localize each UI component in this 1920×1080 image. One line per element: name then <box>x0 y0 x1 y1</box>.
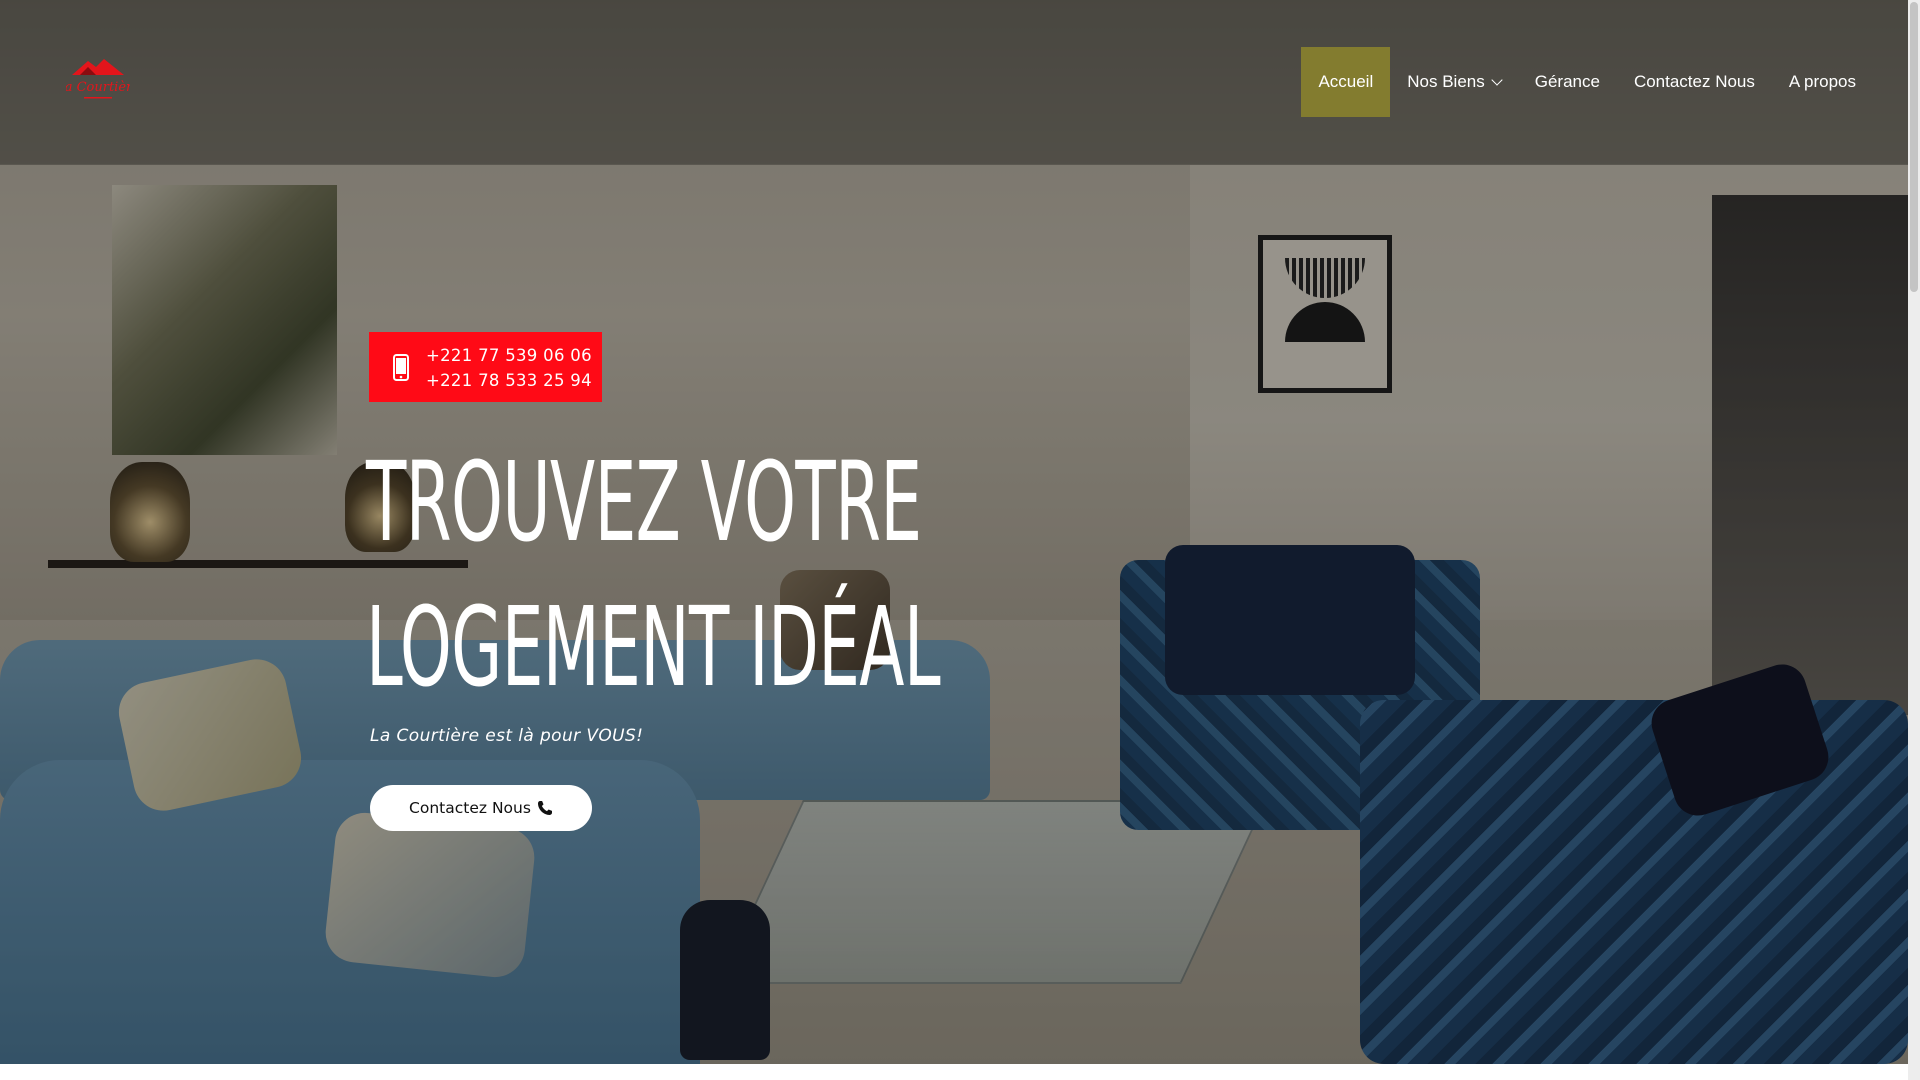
cta-label: Contactez Nous <box>409 799 531 817</box>
site-logo[interactable]: La Courtière <box>55 55 140 103</box>
phone-number-2[interactable]: +221 78 533 25 94 <box>426 368 592 393</box>
phone-number-1[interactable]: +221 77 539 06 06 <box>426 343 592 368</box>
nav-item-a-propos[interactable]: A propos <box>1772 47 1908 117</box>
nav-item-nos-biens[interactable]: Nos Biens <box>1390 47 1517 117</box>
hero-headline: TROUVEZ VOTRE LOGEMENT IDÉAL <box>366 430 941 720</box>
chevron-down-icon <box>1491 74 1503 86</box>
hero-tagline: La Courtière est là pour VOUS! <box>370 726 644 746</box>
headline-line-2: LOGEMENT IDÉAL <box>366 583 941 711</box>
contactez-nous-button[interactable]: Contactez Nous <box>370 785 592 831</box>
page: La Courtière Accueil Nos Biens Gérance C… <box>0 0 1920 1080</box>
nav-item-label: Contactez Nous <box>1633 72 1755 91</box>
main-nav: Accueil Nos Biens Gérance Contactez Nous… <box>1301 0 1908 164</box>
scrollbar[interactable] <box>1908 0 1920 1080</box>
nav-item-contactez-nous[interactable]: Contactez Nous <box>1617 47 1772 117</box>
nav-item-accueil[interactable]: Accueil <box>1301 47 1391 117</box>
svg-text:La Courtière: La Courtière <box>66 80 130 95</box>
mobile-phone-icon <box>393 354 409 381</box>
nav-item-label: Nos Biens <box>1407 72 1485 91</box>
nav-item-label: Accueil <box>1318 72 1374 91</box>
nav-item-label: Gérance <box>1534 72 1600 91</box>
nav-item-gerance[interactable]: Gérance <box>1518 47 1617 117</box>
phone-numbers: +221 77 539 06 06 +221 78 533 25 94 <box>426 343 592 393</box>
site-header: La Courtière Accueil Nos Biens Gérance C… <box>0 0 1908 164</box>
scrollbar-thumb[interactable] <box>1910 2 1918 292</box>
nav-item-label: A propos <box>1788 72 1856 91</box>
logo-icon: La Courtière <box>55 59 140 99</box>
phone-icon <box>537 801 552 815</box>
headline-line-1: TROUVEZ VOTRE <box>366 438 922 566</box>
phone-contact-box[interactable]: +221 77 539 06 06 +221 78 533 25 94 <box>369 332 602 402</box>
